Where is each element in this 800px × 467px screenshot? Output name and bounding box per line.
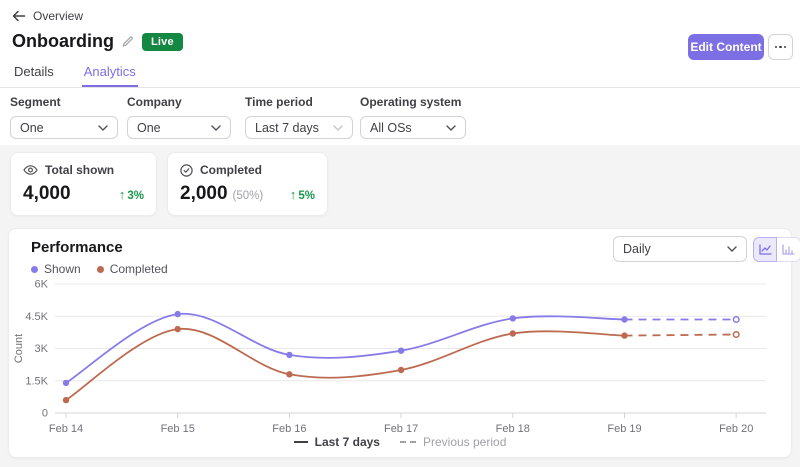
arrow-up-icon: ↑ — [289, 187, 297, 202]
data-point[interactable] — [286, 371, 293, 378]
data-point[interactable] — [397, 347, 405, 354]
footer-legend-label: Last 7 days — [314, 435, 380, 449]
performance-title: Performance — [31, 239, 123, 256]
check-circle-icon — [180, 163, 193, 177]
breadcrumb[interactable]: Overview — [12, 9, 83, 23]
stat-card-completed: Completed 2,000 (50%) ↑ 5% — [167, 152, 328, 216]
chart-footer-legend: Last 7 days Previous period — [9, 435, 791, 449]
stat-delta: ↑ 3% — [118, 187, 144, 202]
stat-sub-value: (50%) — [232, 190, 264, 202]
interval-select-value: Daily — [623, 242, 651, 256]
data-point[interactable] — [174, 310, 181, 318]
data-point[interactable] — [509, 330, 516, 337]
svg-text:Feb 17: Feb 17 — [384, 423, 418, 435]
segment-select[interactable]: One — [10, 116, 118, 139]
company-select-value: One — [137, 120, 161, 135]
svg-text:Feb 20: Feb 20 — [719, 423, 753, 435]
chevron-down-icon — [727, 246, 737, 252]
company-select[interactable]: One — [127, 116, 231, 139]
data-point-hollow[interactable] — [732, 330, 740, 339]
line-chart-toggle-button[interactable] — [753, 237, 777, 262]
footer-legend-last-7-days: Last 7 days — [293, 435, 380, 449]
filter-operating-system-label: Operating system — [360, 95, 462, 109]
time-period-select[interactable]: Last 7 days — [245, 116, 353, 139]
svg-text:0: 0 — [42, 408, 48, 420]
filter-time-period: Time period Last 7 days — [245, 95, 353, 139]
chevron-down-icon — [211, 124, 221, 131]
svg-text:4.5K: 4.5K — [25, 311, 48, 323]
footer-legend-previous-period: Previous period — [399, 435, 507, 449]
series-dashed-completed — [624, 333, 737, 337]
line-chart-icon — [758, 244, 772, 255]
data-point-hollow[interactable] — [732, 315, 740, 324]
svg-text:Feb 15: Feb 15 — [161, 423, 195, 435]
stat-label: Completed — [200, 163, 263, 177]
data-point[interactable] — [174, 325, 181, 333]
dashed-line-sample — [399, 441, 416, 443]
stat-delta: ↑ 5% — [289, 187, 315, 202]
stat-label: Total shown — [45, 163, 115, 177]
edit-title-icon[interactable] — [122, 35, 134, 48]
tab-analytics[interactable]: Analytics — [81, 60, 138, 87]
data-point[interactable] — [286, 351, 293, 359]
svg-text:Feb 14: Feb 14 — [49, 423, 83, 435]
stat-value: 4,000 — [23, 183, 71, 204]
filter-company-label: Company — [127, 95, 182, 109]
title-row: Onboarding Live — [12, 31, 183, 52]
data-point[interactable] — [509, 315, 516, 322]
filter-segment: Segment One — [10, 95, 118, 139]
eye-icon — [23, 164, 38, 176]
tab-bar: Details Analytics — [0, 60, 800, 88]
breadcrumb-label: Overview — [33, 9, 84, 23]
data-point[interactable] — [621, 332, 628, 339]
status-badge: Live — [142, 32, 183, 51]
filter-operating-system: Operating system All OSs — [360, 95, 466, 139]
bar-chart-toggle-button[interactable] — [777, 237, 800, 262]
segment-select-value: One — [20, 120, 44, 135]
chevron-down-icon — [446, 124, 456, 131]
chevron-down-icon — [333, 124, 343, 131]
data-point[interactable] — [397, 366, 405, 374]
edit-content-button[interactable]: Edit Content — [688, 34, 764, 60]
svg-text:Feb 16: Feb 16 — [272, 423, 306, 435]
footer-legend-label: Previous period — [422, 435, 507, 449]
performance-card: Performance Shown Completed Daily 0 1.5K 3… — [8, 228, 800, 458]
interval-select[interactable]: Daily — [613, 236, 747, 262]
svg-text:Feb 18: Feb 18 — [496, 423, 530, 435]
tab-details[interactable]: Details — [12, 60, 56, 87]
chevron-down-icon — [98, 124, 108, 131]
more-button[interactable] — [768, 34, 793, 60]
series-line-completed — [65, 328, 625, 401]
filter-bar: Segment One Company One Time period Last… — [0, 88, 800, 145]
data-point[interactable] — [62, 379, 70, 387]
chart-type-toggle — [753, 237, 800, 262]
filter-segment-label: Segment — [10, 95, 61, 109]
bar-chart-icon — [782, 244, 795, 255]
performance-chart[interactable]: 0 1.5K 3K 4.5K 6K Count Feb 14 Feb 15 Feb 16 Feb … — [9, 271, 793, 443]
operating-system-select[interactable]: All OSs — [360, 116, 466, 139]
solid-line-sample — [293, 441, 308, 443]
svg-text:3K: 3K — [35, 343, 49, 355]
data-point[interactable] — [621, 316, 628, 323]
time-period-select-value: Last 7 days — [255, 120, 319, 135]
filter-time-period-label: Time period — [245, 95, 313, 109]
stat-card-total-shown: Total shown 4,000 ↑ 3% — [10, 152, 157, 216]
page-title: Onboarding — [12, 31, 114, 51]
y-axis-label: Count — [13, 334, 25, 363]
more-icon — [774, 45, 787, 49]
arrow-up-icon: ↑ — [118, 187, 126, 202]
svg-text:Feb 19: Feb 19 — [607, 423, 641, 435]
data-point[interactable] — [62, 396, 70, 404]
arrow-left-icon — [12, 10, 26, 22]
svg-text:6K: 6K — [35, 279, 49, 291]
operating-system-select-value: All OSs — [370, 120, 412, 135]
stat-value: 2,000 — [180, 183, 228, 204]
filter-company: Company One — [127, 95, 231, 139]
svg-text:1.5K: 1.5K — [25, 375, 48, 387]
